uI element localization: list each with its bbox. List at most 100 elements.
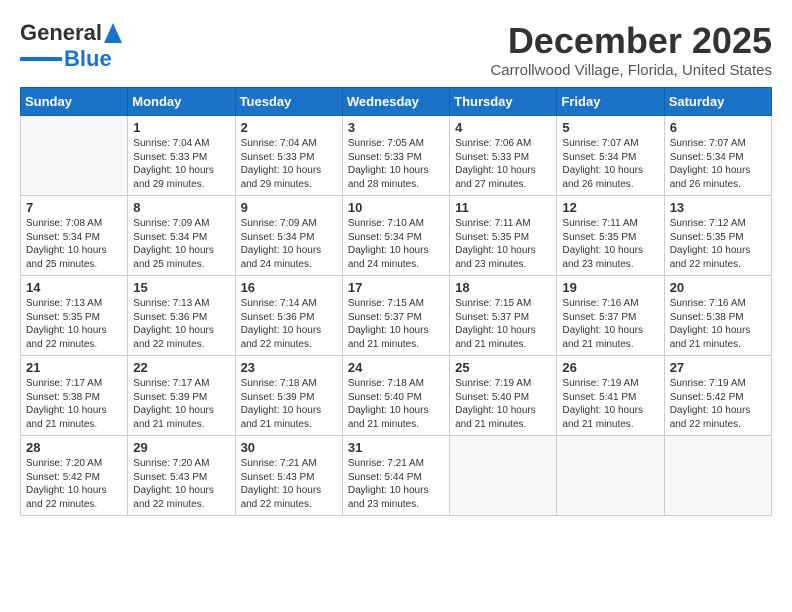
day-number: 7 <box>26 200 122 215</box>
calendar-day-cell: 25 Sunrise: 7:19 AM Sunset: 5:40 PM Dayli… <box>450 356 557 436</box>
day-number: 25 <box>455 360 551 375</box>
day-info: Sunrise: 7:10 AM Sunset: 5:34 PM Dayligh… <box>348 217 444 271</box>
day-info: Sunrise: 7:18 AM Sunset: 5:39 PM Dayligh… <box>241 377 337 431</box>
calendar-day-cell: 7 Sunrise: 7:08 AM Sunset: 5:34 PM Daylig… <box>21 196 128 276</box>
day-number: 21 <box>26 360 122 375</box>
day-info: Sunrise: 7:16 AM Sunset: 5:38 PM Dayligh… <box>670 297 766 351</box>
day-info: Sunrise: 7:20 AM Sunset: 5:43 PM Dayligh… <box>133 457 229 511</box>
day-info: Sunrise: 7:15 AM Sunset: 5:37 PM Dayligh… <box>455 297 551 351</box>
logo-triangle-icon <box>104 23 122 43</box>
calendar-table: SundayMondayTuesdayWednesdayThursdayFrid… <box>20 87 772 516</box>
day-number: 10 <box>348 200 444 215</box>
day-number: 26 <box>562 360 658 375</box>
calendar-day-cell: 4Sunrise: 7:06 AM Sunset: 5:33 PM Daylig… <box>450 116 557 196</box>
calendar-week-row: 1 Sunrise: 7:04 AM Sunset: 5:33 PM Daylig… <box>21 116 772 196</box>
day-info: Sunrise: 7:04 AM Sunset: 5:33 PM Dayligh… <box>241 137 337 191</box>
calendar-day-cell: 8 Sunrise: 7:09 AM Sunset: 5:34 PM Daylig… <box>128 196 235 276</box>
calendar-day-cell: 26 Sunrise: 7:19 AM Sunset: 5:41 PM Dayli… <box>557 356 664 436</box>
day-number: 13 <box>670 200 766 215</box>
calendar-day-cell: 23 Sunrise: 7:18 AM Sunset: 5:39 PM Dayli… <box>235 356 342 436</box>
logo-blue-text: Blue <box>64 46 112 72</box>
weekday-header-saturday: Saturday <box>664 88 771 116</box>
weekday-header-sunday: Sunday <box>21 88 128 116</box>
day-number: 17 <box>348 280 444 295</box>
day-number: 28 <box>26 440 122 455</box>
weekday-header-tuesday: Tuesday <box>235 88 342 116</box>
calendar-day-cell: 14 Sunrise: 7:13 AM Sunset: 5:35 PM Dayli… <box>21 276 128 356</box>
day-number: 9 <box>241 200 337 215</box>
day-info: Sunrise: 7:08 AM Sunset: 5:34 PM Dayligh… <box>26 217 122 271</box>
day-info: Sunrise: 7:17 AM Sunset: 5:39 PM Dayligh… <box>133 377 229 431</box>
calendar-day-cell: 19 Sunrise: 7:16 AM Sunset: 5:37 PM Dayli… <box>557 276 664 356</box>
calendar-day-cell: 30 Sunrise: 7:21 AM Sunset: 5:43 PM Dayli… <box>235 436 342 516</box>
calendar-day-cell: 5Sunrise: 7:07 AM Sunset: 5:34 PM Daylig… <box>557 116 664 196</box>
calendar-day-cell: 17 Sunrise: 7:15 AM Sunset: 5:37 PM Dayli… <box>342 276 449 356</box>
calendar-day-cell: 29 Sunrise: 7:20 AM Sunset: 5:43 PM Dayli… <box>128 436 235 516</box>
calendar-day-cell: 11Sunrise: 7:11 AM Sunset: 5:35 PM Dayli… <box>450 196 557 276</box>
day-info: Sunrise: 7:04 AM Sunset: 5:33 PM Dayligh… <box>133 137 229 191</box>
logo: General Blue <box>20 20 122 72</box>
calendar-day-cell <box>450 436 557 516</box>
day-number: 23 <box>241 360 337 375</box>
day-info: Sunrise: 7:11 AM Sunset: 5:35 PM Dayligh… <box>455 217 551 271</box>
day-info: Sunrise: 7:20 AM Sunset: 5:42 PM Dayligh… <box>26 457 122 511</box>
day-number: 29 <box>133 440 229 455</box>
day-number: 16 <box>241 280 337 295</box>
day-info: Sunrise: 7:07 AM Sunset: 5:34 PM Dayligh… <box>670 137 766 191</box>
day-info: Sunrise: 7:09 AM Sunset: 5:34 PM Dayligh… <box>133 217 229 271</box>
calendar-day-cell <box>21 116 128 196</box>
location-title: Carrollwood Village, Florida, United Sta… <box>490 62 772 79</box>
day-number: 27 <box>670 360 766 375</box>
day-number: 4 <box>455 120 551 135</box>
day-info: Sunrise: 7:05 AM Sunset: 5:33 PM Dayligh… <box>348 137 444 191</box>
calendar-day-cell: 2Sunrise: 7:04 AM Sunset: 5:33 PM Daylig… <box>235 116 342 196</box>
calendar-day-cell: 6 Sunrise: 7:07 AM Sunset: 5:34 PM Daylig… <box>664 116 771 196</box>
day-info: Sunrise: 7:12 AM Sunset: 5:35 PM Dayligh… <box>670 217 766 271</box>
day-info: Sunrise: 7:15 AM Sunset: 5:37 PM Dayligh… <box>348 297 444 351</box>
day-number: 14 <box>26 280 122 295</box>
calendar-week-row: 28 Sunrise: 7:20 AM Sunset: 5:42 PM Dayli… <box>21 436 772 516</box>
calendar-day-cell: 1 Sunrise: 7:04 AM Sunset: 5:33 PM Daylig… <box>128 116 235 196</box>
weekday-header-monday: Monday <box>128 88 235 116</box>
page-header: General Blue December 2025 Carrollwood V… <box>20 20 772 79</box>
calendar-day-cell: 24Sunrise: 7:18 AM Sunset: 5:40 PM Dayli… <box>342 356 449 436</box>
calendar-day-cell: 3Sunrise: 7:05 AM Sunset: 5:33 PM Daylig… <box>342 116 449 196</box>
calendar-day-cell: 31Sunrise: 7:21 AM Sunset: 5:44 PM Dayli… <box>342 436 449 516</box>
day-number: 18 <box>455 280 551 295</box>
calendar-day-cell <box>557 436 664 516</box>
calendar-day-cell: 16Sunrise: 7:14 AM Sunset: 5:36 PM Dayli… <box>235 276 342 356</box>
day-number: 8 <box>133 200 229 215</box>
calendar-day-cell: 10 Sunrise: 7:10 AM Sunset: 5:34 PM Dayli… <box>342 196 449 276</box>
day-number: 30 <box>241 440 337 455</box>
day-number: 19 <box>562 280 658 295</box>
day-info: Sunrise: 7:19 AM Sunset: 5:42 PM Dayligh… <box>670 377 766 431</box>
day-info: Sunrise: 7:07 AM Sunset: 5:34 PM Dayligh… <box>562 137 658 191</box>
month-title: December 2025 <box>490 20 772 62</box>
calendar-week-row: 21 Sunrise: 7:17 AM Sunset: 5:38 PM Dayli… <box>21 356 772 436</box>
day-number: 1 <box>133 120 229 135</box>
day-info: Sunrise: 7:18 AM Sunset: 5:40 PM Dayligh… <box>348 377 444 431</box>
calendar-day-cell: 18 Sunrise: 7:15 AM Sunset: 5:37 PM Dayli… <box>450 276 557 356</box>
day-number: 6 <box>670 120 766 135</box>
day-info: Sunrise: 7:19 AM Sunset: 5:40 PM Dayligh… <box>455 377 551 431</box>
day-info: Sunrise: 7:21 AM Sunset: 5:44 PM Dayligh… <box>348 457 444 511</box>
calendar-header-row: SundayMondayTuesdayWednesdayThursdayFrid… <box>21 88 772 116</box>
calendar-day-cell: 21 Sunrise: 7:17 AM Sunset: 5:38 PM Dayli… <box>21 356 128 436</box>
day-info: Sunrise: 7:19 AM Sunset: 5:41 PM Dayligh… <box>562 377 658 431</box>
day-number: 15 <box>133 280 229 295</box>
calendar-day-cell: 15 Sunrise: 7:13 AM Sunset: 5:36 PM Dayli… <box>128 276 235 356</box>
calendar-week-row: 14 Sunrise: 7:13 AM Sunset: 5:35 PM Dayli… <box>21 276 772 356</box>
day-info: Sunrise: 7:16 AM Sunset: 5:37 PM Dayligh… <box>562 297 658 351</box>
calendar-day-cell: 12 Sunrise: 7:11 AM Sunset: 5:35 PM Dayli… <box>557 196 664 276</box>
day-info: Sunrise: 7:11 AM Sunset: 5:35 PM Dayligh… <box>562 217 658 271</box>
day-info: Sunrise: 7:17 AM Sunset: 5:38 PM Dayligh… <box>26 377 122 431</box>
day-info: Sunrise: 7:09 AM Sunset: 5:34 PM Dayligh… <box>241 217 337 271</box>
weekday-header-wednesday: Wednesday <box>342 88 449 116</box>
day-number: 12 <box>562 200 658 215</box>
day-info: Sunrise: 7:13 AM Sunset: 5:36 PM Dayligh… <box>133 297 229 351</box>
day-info: Sunrise: 7:13 AM Sunset: 5:35 PM Dayligh… <box>26 297 122 351</box>
day-number: 22 <box>133 360 229 375</box>
weekday-header-thursday: Thursday <box>450 88 557 116</box>
calendar-day-cell: 20Sunrise: 7:16 AM Sunset: 5:38 PM Dayli… <box>664 276 771 356</box>
day-info: Sunrise: 7:21 AM Sunset: 5:43 PM Dayligh… <box>241 457 337 511</box>
